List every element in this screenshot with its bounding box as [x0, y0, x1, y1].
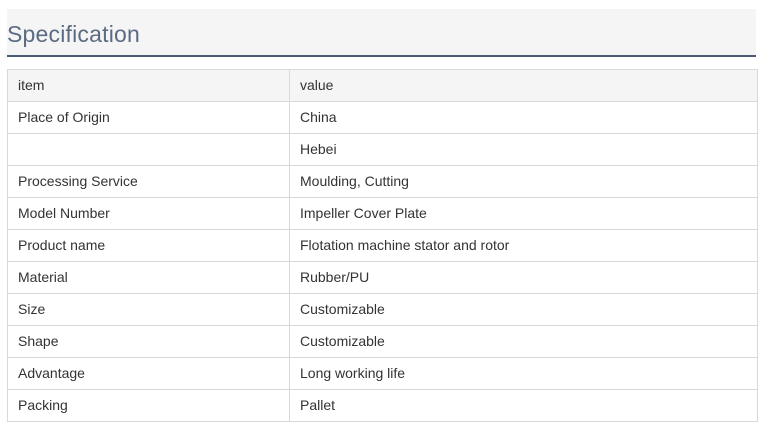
- table-row: Model Number Impeller Cover Plate: [7, 197, 758, 230]
- table-row: Processing Service Moulding, Cutting: [7, 165, 758, 198]
- table-row: Product name Flotation machine stator an…: [7, 229, 758, 262]
- table-cell-item: Material: [7, 261, 290, 294]
- specification-header: Specification: [7, 9, 756, 57]
- table-cell-value: Impeller Cover Plate: [289, 197, 758, 230]
- table-cell-value: Rubber/PU: [289, 261, 758, 294]
- table-cell-item: Place of Origin: [7, 101, 290, 134]
- table-row: Shape Customizable: [7, 325, 758, 358]
- section-title: Specification: [7, 21, 141, 47]
- table-cell-value: Hebei: [289, 133, 758, 166]
- table-row: Packing Pallet: [7, 389, 758, 422]
- table-cell-value: China: [289, 101, 758, 134]
- table-row: Advantage Long working life: [7, 357, 758, 390]
- table-cell-value: Pallet: [289, 389, 758, 422]
- table-cell-item: Product name: [7, 229, 290, 262]
- table-cell-value: Moulding, Cutting: [289, 165, 758, 198]
- specification-table: item value Place of Origin China Hebei P…: [7, 69, 758, 422]
- table-cell-item: [7, 133, 290, 166]
- table-cell-item: Shape: [7, 325, 290, 358]
- table-cell-item: item: [7, 69, 290, 102]
- table-cell-value: Customizable: [289, 325, 758, 358]
- table-header-row: item value: [7, 69, 758, 102]
- table-cell-item: Processing Service: [7, 165, 290, 198]
- table-row: Place of Origin China: [7, 101, 758, 134]
- table-cell-value: value: [289, 69, 758, 102]
- table-row: Material Rubber/PU: [7, 261, 758, 294]
- table-cell-item: Size: [7, 293, 290, 326]
- table-cell-item: Advantage: [7, 357, 290, 390]
- table-cell-value: Flotation machine stator and rotor: [289, 229, 758, 262]
- table-row: Size Customizable: [7, 293, 758, 326]
- table-cell-value: Long working life: [289, 357, 758, 390]
- table-cell-item: Packing: [7, 389, 290, 422]
- table-cell-item: Model Number: [7, 197, 290, 230]
- table-cell-value: Customizable: [289, 293, 758, 326]
- table-row: Hebei: [7, 133, 758, 166]
